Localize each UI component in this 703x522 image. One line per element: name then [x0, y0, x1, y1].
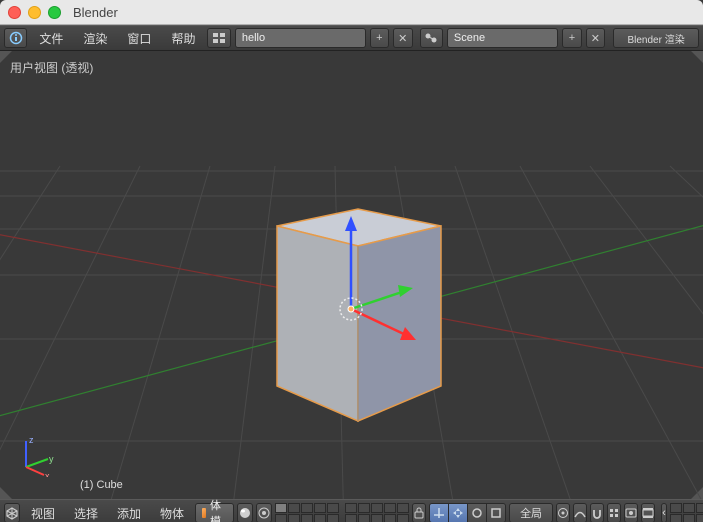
editor-type-info-icon[interactable] [4, 28, 27, 48]
menu-select[interactable]: 选择 [66, 505, 106, 522]
object-mode-icon [202, 508, 206, 518]
prev-keyframe-button[interactable]: ‹ [661, 503, 667, 522]
viewport-canvas [0, 51, 703, 499]
menu-view[interactable]: 视图 [23, 505, 63, 522]
layout-name-text: hello [242, 32, 265, 44]
render-engine-dropdown[interactable]: Blender 渲染 [613, 28, 699, 48]
snap-element-dropdown[interactable] [607, 503, 621, 522]
editor-type-3dview-icon[interactable] [4, 503, 20, 522]
orientation-label: 全局 [520, 505, 542, 521]
traffic-lights [8, 6, 61, 19]
layout-delete-button[interactable]: ✕ [393, 28, 413, 48]
svg-text:z: z [29, 435, 34, 445]
manipulator-translate-button[interactable] [448, 503, 468, 522]
scene-name-text: Scene [454, 32, 485, 44]
snap-toggle-button[interactable] [590, 503, 604, 522]
menu-add[interactable]: 添加 [109, 505, 149, 522]
interaction-mode-dropdown[interactable]: 物体模式 [195, 503, 234, 522]
menu-window[interactable]: 窗口 [119, 30, 159, 47]
zoom-window-button[interactable] [48, 6, 61, 19]
manipulator-rotate-button[interactable] [467, 503, 487, 522]
layout-add-button[interactable]: + [370, 28, 390, 48]
cube-object [277, 209, 441, 421]
manipulator-scale-button[interactable] [486, 503, 506, 522]
screen-browse-button[interactable] [207, 28, 230, 48]
scene-browse-button[interactable] [420, 28, 443, 48]
close-window-button[interactable] [8, 6, 21, 19]
window-title: Blender [73, 5, 118, 20]
manipulator-toggles [429, 503, 506, 522]
scene-name-field[interactable]: Scene [447, 28, 558, 48]
viewport-3d[interactable]: 用户视图 (透视) [0, 51, 703, 499]
layer-buttons[interactable] [275, 503, 409, 522]
active-object-label: (1) Cube [80, 479, 123, 491]
axis-gizmo-icon: z y x [18, 435, 60, 477]
menu-object[interactable]: 物体 [152, 505, 192, 522]
manipulator-enable-button[interactable] [429, 503, 449, 522]
pivot-point-dropdown[interactable] [256, 503, 272, 522]
render-animation-icon[interactable] [641, 503, 655, 522]
svg-text:x: x [45, 471, 50, 477]
minimize-window-button[interactable] [28, 6, 41, 19]
scene-delete-button[interactable]: ✕ [586, 28, 606, 48]
render-engine-label: Blender 渲染 [627, 31, 684, 46]
viewport-shading-dropdown[interactable] [237, 503, 253, 522]
layout-name-field[interactable]: hello [235, 28, 366, 48]
transform-orientation-dropdown[interactable]: 全局 [509, 503, 553, 522]
view3d-header: 视图 选择 添加 物体 物体模式 [0, 499, 703, 522]
window-titlebar: Blender [0, 0, 703, 25]
keyframe-channels[interactable] [670, 503, 703, 522]
info-header: 文件 渲染 窗口 帮助 hello + ✕ Scene + ✕ Blender … [0, 25, 703, 51]
proportional-falloff-dropdown[interactable] [573, 503, 587, 522]
lock-camera-icon[interactable] [412, 503, 426, 522]
menu-render[interactable]: 渲染 [75, 30, 115, 47]
render-preview-button[interactable] [624, 503, 638, 522]
menu-file[interactable]: 文件 [31, 30, 71, 47]
menu-help[interactable]: 帮助 [163, 30, 203, 47]
scene-add-button[interactable]: + [562, 28, 582, 48]
svg-text:y: y [49, 454, 54, 464]
proportional-edit-button[interactable] [556, 503, 570, 522]
